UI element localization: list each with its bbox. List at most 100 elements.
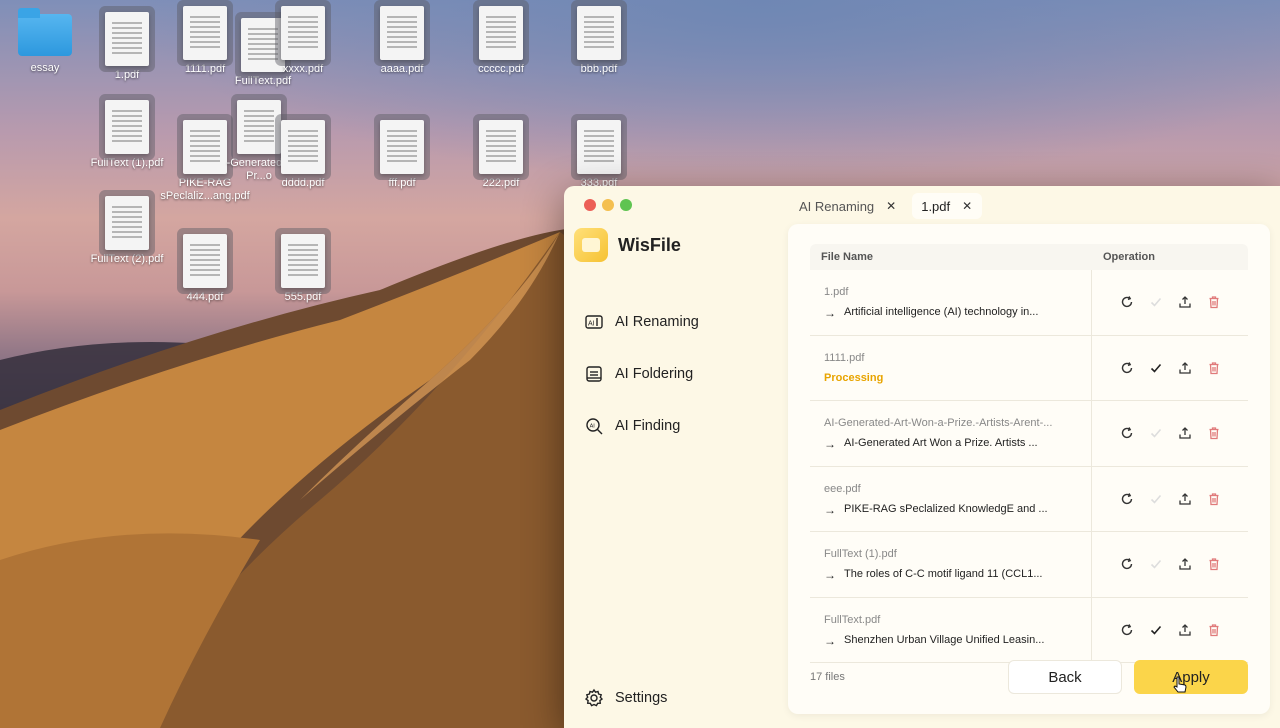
regenerate-icon[interactable] xyxy=(1118,425,1135,442)
confirm-check-icon[interactable] xyxy=(1147,425,1164,442)
tab-1-pdf[interactable]: 1.pdf ✕ xyxy=(912,193,983,219)
column-file-name: File Name xyxy=(821,251,873,263)
delete-icon[interactable] xyxy=(1205,359,1222,376)
apply-button[interactable]: Apply xyxy=(1134,660,1248,694)
pdf-file-icon xyxy=(183,234,227,288)
new-file-name: → Artificial intelligence (AI) technology… xyxy=(824,306,1039,320)
svg-text:AI: AI xyxy=(588,321,595,328)
table-row: FullText (1).pdf → The roles of C-C motif … xyxy=(810,532,1248,598)
export-icon[interactable] xyxy=(1176,556,1193,573)
table-row: AI-Generated-Art-Won-a-Prize.-Artists-Ar… xyxy=(810,401,1248,467)
pointer-cursor-icon xyxy=(1173,676,1187,693)
table-header: File Name Operation xyxy=(810,244,1248,270)
file-name-cell: eee.pdf → PIKE-RAG sPeclalized KnowledgE a… xyxy=(810,466,1092,531)
zoom-window-button[interactable] xyxy=(620,199,632,211)
delete-icon[interactable] xyxy=(1205,490,1222,507)
sidebar-item-ai-renaming[interactable]: AI AI Renaming xyxy=(584,296,699,348)
desktop-file[interactable]: aaaa.pdf xyxy=(357,6,447,76)
original-file-name: 1.pdf xyxy=(824,286,849,298)
desktop-file[interactable]: ccccc.pdf xyxy=(456,6,546,76)
back-button[interactable]: Back xyxy=(1008,660,1122,694)
tab-bar: AI Renaming ✕ 1.pdf ✕ xyxy=(790,193,983,219)
delete-icon[interactable] xyxy=(1205,294,1222,311)
desktop-file[interactable]: 1.pdf xyxy=(82,12,172,82)
minimize-window-button[interactable] xyxy=(602,199,614,211)
ai-folder-icon xyxy=(586,366,602,382)
column-operation: Operation xyxy=(1103,251,1155,263)
folder-icon xyxy=(18,8,72,56)
arrow-right-icon: → xyxy=(824,633,836,648)
file-name-cell: 1.pdf → Artificial intelligence (AI) techn… xyxy=(810,270,1092,335)
desktop-file[interactable]: fff.pdf xyxy=(357,120,447,190)
app-brand: WisFile xyxy=(574,228,681,262)
desktop-file[interactable]: 333.pdf xyxy=(554,120,644,190)
file-name-cell: FullText (1).pdf → The roles of C-C motif … xyxy=(810,532,1092,597)
table-row: eee.pdf → PIKE-RAG sPeclalized KnowledgE a… xyxy=(810,466,1248,532)
regenerate-icon[interactable] xyxy=(1118,556,1135,573)
export-icon[interactable] xyxy=(1176,621,1193,638)
desktop-file[interactable]: bbb.pdf xyxy=(554,6,644,76)
pdf-file-icon xyxy=(105,12,149,66)
sidebar-item-ai-foldering[interactable]: AI Foldering xyxy=(584,348,699,400)
regenerate-icon[interactable] xyxy=(1118,359,1135,376)
export-icon[interactable] xyxy=(1176,359,1193,376)
close-tab-icon[interactable]: ✕ xyxy=(886,199,896,213)
file-name-cell: FullText.pdf → Shenzhen Urban Village Unif… xyxy=(810,597,1092,662)
desktop-file[interactable]: 222.pdf xyxy=(456,120,546,190)
export-icon[interactable] xyxy=(1176,294,1193,311)
confirm-check-icon[interactable] xyxy=(1147,294,1164,311)
arrow-right-icon: → xyxy=(824,568,836,582)
confirm-check-icon[interactable] xyxy=(1147,556,1164,573)
desktop-folder-essay[interactable]: essay xyxy=(0,8,90,75)
wisfile-logo xyxy=(574,228,608,262)
original-file-name: AI-Generated-Art-Won-a-Prize.-Artists-Ar… xyxy=(824,417,1053,429)
new-file-name: → Shenzhen Urban Village Unified Leasin..… xyxy=(824,633,1045,648)
pdf-file-icon xyxy=(281,234,325,288)
original-file-name: eee.pdf xyxy=(824,482,861,495)
file-name-cell: 1111.pdf Processing xyxy=(810,335,1092,400)
delete-icon[interactable] xyxy=(1205,425,1222,442)
export-icon[interactable] xyxy=(1176,425,1193,442)
close-window-button[interactable] xyxy=(584,199,596,211)
gear-icon xyxy=(584,688,604,707)
pdf-file-icon xyxy=(577,6,621,60)
pdf-file-icon xyxy=(105,196,149,250)
delete-icon[interactable] xyxy=(1205,556,1222,573)
export-icon[interactable] xyxy=(1176,490,1193,507)
tab-ai-renaming[interactable]: AI Renaming ✕ xyxy=(790,193,906,219)
operation-cell xyxy=(1092,336,1222,401)
table-row: 1.pdf → Artificial intelligence (AI) techn… xyxy=(810,270,1248,336)
operation-cell xyxy=(1092,467,1222,532)
desktop-file[interactable]: 444.pdf xyxy=(160,234,250,304)
regenerate-icon[interactable] xyxy=(1118,621,1135,638)
confirm-check-icon[interactable] xyxy=(1147,621,1164,638)
pdf-file-icon xyxy=(577,120,621,174)
close-tab-icon[interactable]: ✕ xyxy=(962,199,972,213)
table-row: FullText.pdf → Shenzhen Urban Village Unif… xyxy=(810,597,1248,663)
desktop-file[interactable]: 555.pdf xyxy=(258,234,348,304)
confirm-check-icon[interactable] xyxy=(1147,359,1164,376)
desktop-file[interactable]: dddd.pdf xyxy=(258,120,348,190)
regenerate-icon[interactable] xyxy=(1118,490,1135,507)
sidebar-item-settings[interactable]: Settings xyxy=(584,688,667,708)
pdf-file-icon xyxy=(479,6,523,60)
desktop-file[interactable]: FullText (2).pdf xyxy=(82,196,172,266)
new-file-name: → The roles of C-C motif ligand 11 (CCL1.… xyxy=(824,568,1043,582)
original-file-name: FullText (1).pdf xyxy=(824,548,897,560)
sidebar-item-ai-finding[interactable]: AI AI Finding xyxy=(584,400,699,452)
arrow-right-icon: → xyxy=(824,502,836,517)
delete-icon[interactable] xyxy=(1205,621,1222,638)
operation-cell xyxy=(1092,270,1222,335)
desktop-file[interactable]: xxxx.pdf xyxy=(258,6,348,76)
regenerate-icon[interactable] xyxy=(1118,294,1135,311)
ai-rename-icon: AI xyxy=(585,315,603,329)
ai-search-icon: AI xyxy=(586,418,603,435)
svg-text:AI: AI xyxy=(590,424,596,430)
sidebar-nav: AI AI Renaming AI Foldering AI AI Findin… xyxy=(584,296,699,452)
pdf-file-icon xyxy=(281,6,325,60)
pdf-file-icon xyxy=(380,6,424,60)
original-file-name: 1111.pdf xyxy=(824,351,865,364)
window-controls xyxy=(584,199,632,211)
confirm-check-icon[interactable] xyxy=(1147,490,1164,507)
file-list-panel: File Name Operation 1.pdf → Artificial int… xyxy=(788,224,1270,714)
